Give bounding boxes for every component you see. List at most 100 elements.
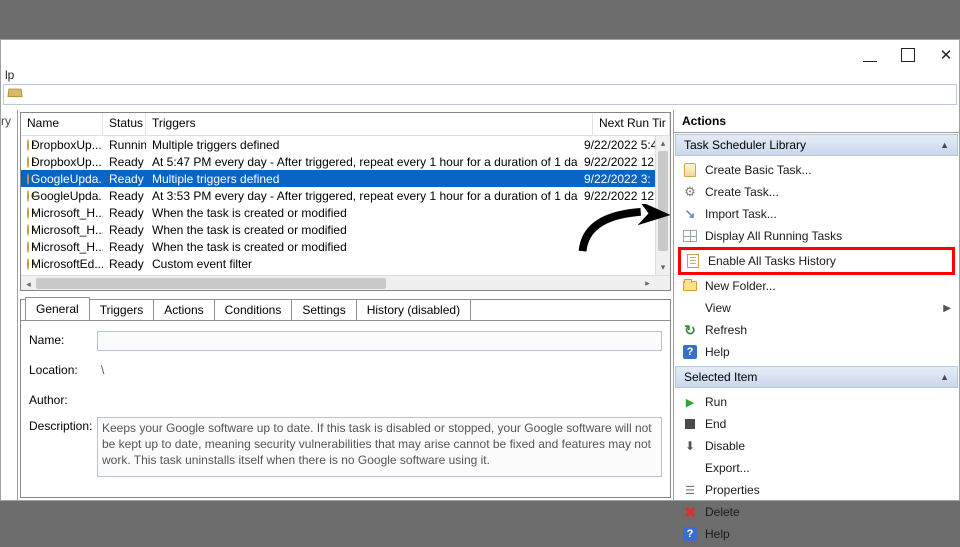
task-name: Microsoft_H... — [31, 240, 103, 254]
help-icon — [683, 345, 697, 359]
task-triggers: Multiple triggers defined — [146, 138, 578, 152]
action-new-folder[interactable]: New Folder... — [678, 275, 955, 297]
task-triggers: Multiple triggers defined — [146, 172, 578, 186]
tab-history[interactable]: History (disabled) — [356, 299, 471, 320]
task-name: MicrosoftEd... — [31, 257, 103, 271]
task-row[interactable]: GoogleUpda...ReadyAt 3:53 PM every day -… — [21, 187, 655, 204]
task-name: DropboxUp... — [31, 155, 102, 169]
properties-icon — [682, 482, 698, 498]
refresh-icon — [682, 322, 698, 338]
task-status: Ready — [103, 223, 146, 237]
task-list: Name Status Triggers Next Run Tir Dropbo… — [20, 112, 671, 291]
task-status: Running — [103, 138, 146, 152]
clock-icon — [27, 207, 29, 219]
address-bar[interactable] — [3, 84, 957, 105]
action-refresh[interactable]: Refresh — [678, 319, 955, 341]
task-row[interactable]: Microsoft_H...ReadyWhen the task is crea… — [21, 221, 655, 238]
task-status: Ready — [103, 172, 146, 186]
menu-help[interactable]: lp — [5, 68, 14, 82]
task-next-run: 9/22/2022 12 — [578, 189, 655, 203]
action-help-2[interactable]: Help — [678, 523, 955, 545]
clock-icon — [27, 241, 29, 253]
task-status: Ready — [103, 240, 146, 254]
label-author: Author: — [29, 391, 97, 407]
task-row[interactable]: Microsoft_H...ReadyWhen the task is crea… — [21, 238, 655, 255]
label-location: Location: — [29, 361, 97, 381]
horizontal-scrollbar[interactable]: ◂ ▸ — [21, 275, 670, 290]
clock-icon — [27, 190, 29, 202]
tab-actions[interactable]: Actions — [153, 299, 214, 320]
action-display-running-tasks[interactable]: Display All Running Tasks — [678, 225, 955, 247]
task-triggers: When the task is created or modified — [146, 223, 578, 237]
help-icon — [683, 527, 697, 541]
disable-icon — [682, 438, 698, 454]
task-next-run: 9/22/2022 5:4 — [578, 138, 655, 152]
task-triggers: At 5:47 PM every day - After triggered, … — [146, 155, 578, 169]
import-icon — [682, 206, 698, 222]
tab-settings[interactable]: Settings — [291, 299, 356, 320]
col-header-status[interactable]: Status — [103, 113, 146, 135]
task-status: Ready — [103, 206, 146, 220]
field-location: \ — [97, 361, 662, 381]
action-view[interactable]: View ▶ — [678, 297, 955, 319]
field-description: Keeps your Google software up to date. I… — [97, 417, 662, 477]
close-icon[interactable]: ✕ — [939, 48, 953, 62]
col-header-next-run[interactable]: Next Run Tir — [593, 113, 670, 135]
action-create-task[interactable]: Create Task... — [678, 181, 955, 203]
document-icon — [687, 254, 699, 268]
maximize-icon[interactable] — [901, 48, 915, 62]
task-next-run: 9/22/2022 3: — [578, 172, 655, 186]
play-icon — [682, 394, 698, 410]
action-import-task[interactable]: Import Task... — [678, 203, 955, 225]
stop-icon — [685, 419, 695, 429]
task-triggers: When the task is created or modified — [146, 240, 578, 254]
task-status: Ready — [103, 189, 146, 203]
task-row[interactable]: DropboxUp...ReadyAt 5:47 PM every day - … — [21, 153, 655, 170]
chevron-up-icon: ▲ — [940, 372, 949, 382]
action-end[interactable]: End — [678, 413, 955, 435]
action-properties[interactable]: Properties — [678, 479, 955, 501]
task-status: Ready — [103, 155, 146, 169]
task-row[interactable]: GoogleUpda...ReadyMultiple triggers defi… — [21, 170, 655, 187]
grid-icon — [683, 230, 697, 242]
task-row[interactable]: DropboxUp...RunningMultiple triggers def… — [21, 136, 655, 153]
col-header-triggers[interactable]: Triggers — [146, 113, 593, 135]
vertical-scrollbar[interactable]: ▴ ▾ — [655, 136, 670, 275]
actions-pane-title: Actions — [674, 110, 959, 133]
task-next-run: 9/22/2022 12 — [578, 155, 655, 169]
task-row[interactable]: MicrosoftEd...ReadyCustom event filter — [21, 255, 655, 272]
task-name: GoogleUpda... — [31, 189, 103, 203]
gear-icon — [682, 184, 698, 200]
action-disable[interactable]: Disable — [678, 435, 955, 457]
col-header-name[interactable]: Name — [21, 113, 103, 135]
scroll-icon — [684, 163, 696, 177]
task-name: Microsoft_H... — [31, 206, 103, 220]
clock-icon — [27, 173, 29, 185]
tree-pane[interactable]: ry — [1, 110, 18, 500]
task-details: General Triggers Actions Conditions Sett… — [20, 299, 671, 498]
action-help[interactable]: Help — [678, 341, 955, 363]
action-delete[interactable]: Delete — [678, 501, 955, 523]
clock-icon — [27, 139, 29, 151]
task-row[interactable]: Microsoft_H...ReadyWhen the task is crea… — [21, 204, 655, 221]
tab-triggers[interactable]: Triggers — [89, 299, 155, 320]
task-name: GoogleUpda... — [31, 172, 103, 186]
task-status: Ready — [103, 257, 146, 271]
task-triggers: At 3:53 PM every day - After triggered, … — [146, 189, 578, 203]
clock-icon — [27, 258, 29, 270]
delete-icon — [682, 504, 698, 520]
action-create-basic-task[interactable]: Create Basic Task... — [678, 159, 955, 181]
actions-section-library[interactable]: Task Scheduler Library ▲ — [675, 134, 958, 156]
task-scheduler-window: ✕ lp ry Name Status Triggers Next Run Ti… — [0, 39, 960, 501]
action-enable-all-tasks-history[interactable]: Enable All Tasks History — [678, 247, 955, 275]
tab-conditions[interactable]: Conditions — [214, 299, 293, 320]
action-run[interactable]: Run — [678, 391, 955, 413]
chevron-up-icon: ▲ — [940, 140, 949, 150]
label-name: Name: — [29, 331, 97, 351]
minimize-icon[interactable] — [863, 48, 877, 62]
field-name — [97, 331, 662, 351]
action-export[interactable]: Export... — [678, 457, 955, 479]
actions-section-selected[interactable]: Selected Item ▲ — [675, 366, 958, 388]
task-name: DropboxUp... — [31, 138, 102, 152]
tab-general[interactable]: General — [25, 297, 90, 320]
